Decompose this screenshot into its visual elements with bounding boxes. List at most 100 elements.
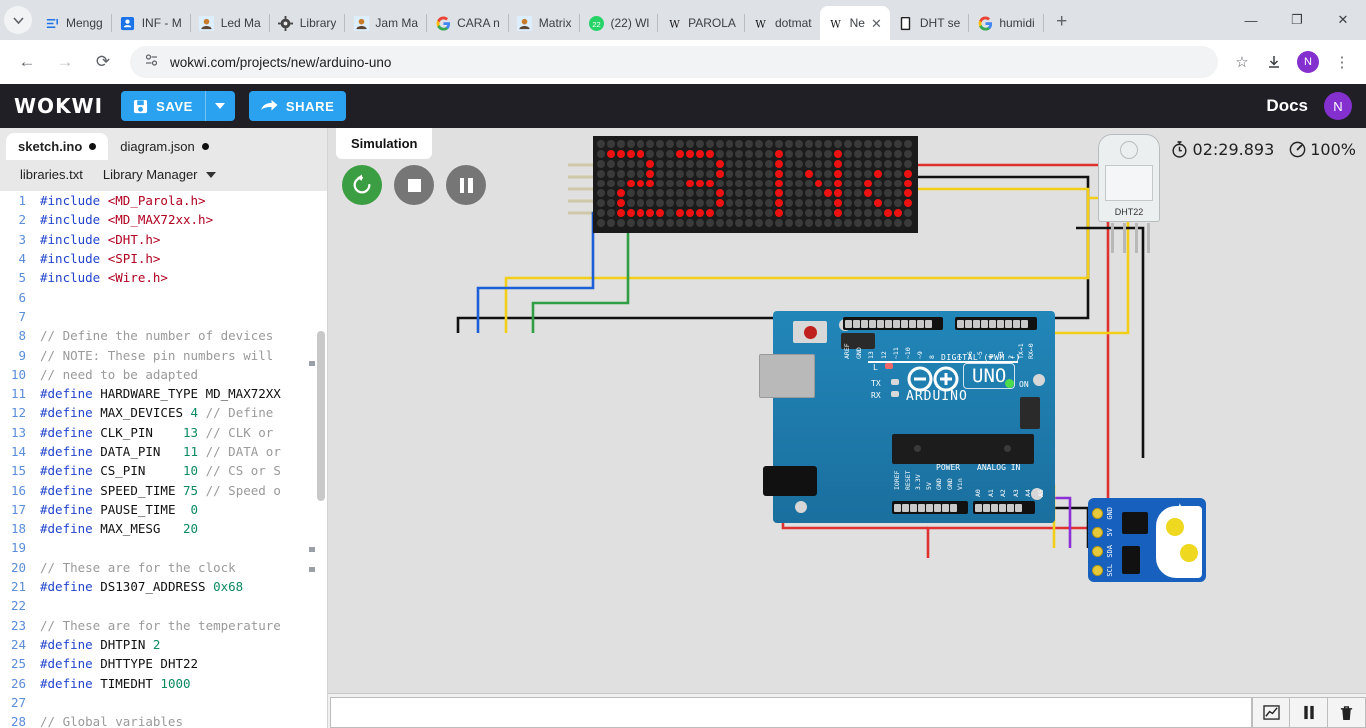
led-pixel xyxy=(814,169,823,178)
browser-tab-9[interactable]: Wdotmat xyxy=(745,6,820,40)
diagram-canvas[interactable]: Simulation 02:29.893 100% DHT22 AREF GND… xyxy=(328,128,1366,694)
browser-tab-11[interactable]: DHT se xyxy=(890,6,968,40)
reload-button[interactable]: ⟳ xyxy=(87,46,119,78)
code-text: #define DHTTYPE DHT22 xyxy=(40,656,199,672)
led-pixel xyxy=(824,159,833,168)
maximize-button[interactable]: ❐ xyxy=(1274,0,1320,40)
tab-diagram-json[interactable]: diagram.json xyxy=(108,133,220,160)
profile-avatar[interactable]: N xyxy=(1297,51,1319,73)
dht22-sensor[interactable]: DHT22 xyxy=(1098,134,1160,253)
code-line: 28 // Global variables xyxy=(0,712,327,728)
led-pixel xyxy=(666,199,675,208)
rx-label: RX xyxy=(871,391,881,400)
led-pixel xyxy=(873,199,882,208)
led-pixel xyxy=(705,189,714,198)
led-pixel xyxy=(745,149,754,158)
code-text: #include <Wire.h> xyxy=(40,270,168,286)
editor-scroll-thumb[interactable] xyxy=(317,331,325,501)
led-pixel xyxy=(636,199,645,208)
rtc-pin-SDA[interactable]: SDA xyxy=(1092,542,1114,561)
browser-menu-icon[interactable]: ⋮ xyxy=(1326,46,1358,78)
led-pixel xyxy=(725,149,734,158)
share-label: SHARE xyxy=(285,98,335,114)
rtc-pin-5V[interactable]: 5V xyxy=(1092,523,1114,542)
wokwi-avatar[interactable]: N xyxy=(1324,92,1352,120)
pin-label-~11: ~11 xyxy=(891,347,900,359)
person-icon xyxy=(517,15,533,31)
rtc-ds1307-module[interactable]: GND 5V SDA SCL ✦ xyxy=(1088,498,1206,582)
serial-pause-button[interactable] xyxy=(1290,697,1328,728)
serial-plotter-button[interactable] xyxy=(1252,697,1290,728)
bookmark-star-icon[interactable]: ☆ xyxy=(1226,46,1258,78)
new-tab-button[interactable]: + xyxy=(1048,8,1076,36)
save-button[interactable]: SAVE xyxy=(121,91,205,121)
led-pixel xyxy=(676,179,685,188)
browser-tab-10[interactable]: W Ne ✕ xyxy=(819,6,890,40)
reset-button-cap[interactable] xyxy=(804,326,817,339)
back-button[interactable]: ← xyxy=(11,46,43,78)
code-text: #define CS_PIN 10 // CS or S xyxy=(40,463,281,479)
code-editor[interactable]: 1 #include <MD_Parola.h> 2 #include <MD_MAX… xyxy=(0,191,327,728)
minimize-button[interactable]: — xyxy=(1228,0,1274,40)
browser-tab-3[interactable]: Library xyxy=(270,6,345,40)
rtc-pin-SCL[interactable]: SCL xyxy=(1092,561,1114,580)
browser-tab-0[interactable]: Mengg xyxy=(36,6,111,40)
led-pixel xyxy=(656,149,665,158)
chevron-down-icon xyxy=(205,171,216,178)
docs-link[interactable]: Docs xyxy=(1266,96,1308,116)
power-jack xyxy=(763,466,817,496)
led-pixel xyxy=(597,159,605,168)
led-pixel xyxy=(794,169,803,178)
browser-tab-1[interactable]: INF - M xyxy=(112,6,190,40)
led-pixel xyxy=(893,179,902,188)
led-pixel xyxy=(854,149,863,158)
led-pixel xyxy=(695,209,704,218)
dht-pin-4 xyxy=(1147,223,1150,253)
serial-clear-button[interactable] xyxy=(1328,697,1366,728)
pin-label-13: 13 xyxy=(867,351,876,359)
led-pixel xyxy=(636,189,645,198)
forward-button[interactable]: → xyxy=(49,46,81,78)
close-tab-icon[interactable]: ✕ xyxy=(871,17,882,30)
arduino-uno-board[interactable]: AREF GND 13 12 ~11 ~10 ~9 8 7 ~6 ~5 4 ~3 2 TX→1 RX←0 D… xyxy=(759,311,1055,523)
browser-tab-12[interactable]: humidi xyxy=(969,6,1042,40)
tab-sketch-ino[interactable]: sketch.ino xyxy=(6,133,109,160)
pin-label-GND: GND xyxy=(855,347,864,359)
led-pixel xyxy=(784,199,793,208)
tab-search-button[interactable] xyxy=(4,6,32,34)
browser-tab-7[interactable]: 22 (22) Wl xyxy=(580,6,657,40)
analog-header[interactable] xyxy=(973,501,1035,514)
rtc-pin-GND[interactable]: GND xyxy=(1092,504,1114,523)
digital-header-left[interactable] xyxy=(843,317,943,330)
serial-input[interactable] xyxy=(330,697,1252,728)
code-line: 20 // These are for the clock xyxy=(0,558,327,577)
browser-tab-8[interactable]: W PAROLA xyxy=(658,6,744,40)
library-manager-button[interactable]: Library Manager xyxy=(93,164,226,185)
browser-tab-label: Ne xyxy=(849,16,865,30)
digital-header-right[interactable] xyxy=(955,317,1037,330)
tab-libraries-txt[interactable]: libraries.txt xyxy=(10,164,93,185)
led-pixel xyxy=(646,179,655,188)
led-pixel xyxy=(676,169,685,178)
pin-label-12: 12 xyxy=(879,351,888,359)
led-pixel xyxy=(873,149,882,158)
power-header[interactable] xyxy=(892,501,968,514)
save-dropdown-button[interactable] xyxy=(204,91,235,121)
share-button[interactable]: SHARE xyxy=(248,91,347,121)
browser-tab-4[interactable]: Jam Ma xyxy=(345,6,426,40)
led-matrix-display[interactable] xyxy=(593,136,918,234)
led-pixel xyxy=(814,149,823,158)
code-line: 3 #include <DHT.h> xyxy=(0,230,327,249)
pin-label-RX←0: RX←0 xyxy=(1027,343,1036,359)
address-bar[interactable]: wokwi.com/projects/new/arduino-uno xyxy=(130,46,1218,78)
site-settings-icon[interactable] xyxy=(144,52,160,73)
browser-tab-5[interactable]: CARA n xyxy=(427,6,508,40)
led-pixel xyxy=(814,219,823,228)
browser-tab-2[interactable]: Led Ma xyxy=(191,6,269,40)
editor-scrollbar[interactable] xyxy=(316,191,326,728)
download-icon[interactable] xyxy=(1258,46,1290,78)
browser-tab-6[interactable]: Matrix xyxy=(509,6,580,40)
close-window-button[interactable]: ✕ xyxy=(1320,0,1366,40)
led-pixel xyxy=(893,189,902,198)
led-pixel xyxy=(883,179,892,188)
